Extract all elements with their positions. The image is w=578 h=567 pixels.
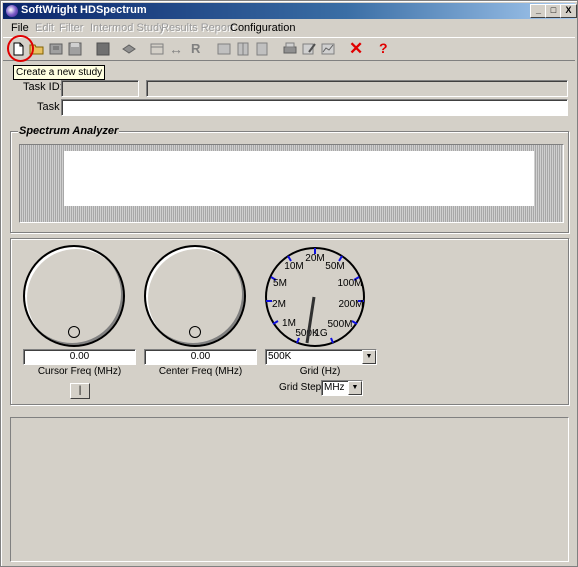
span-button[interactable]: ↔ [168, 41, 184, 57]
center-freq-value: 0.00 [144, 349, 257, 365]
grid-select[interactable]: 500K ▼ [265, 349, 377, 365]
highlight-circle [7, 35, 34, 62]
print-button[interactable] [95, 41, 111, 57]
center-knob-grip[interactable] [189, 326, 201, 338]
report-a-button[interactable] [216, 41, 232, 57]
grid-dial[interactable]: 20M 50M 100M 200M 500M 1G 500K 1M 2M 5M … [263, 245, 367, 349]
columns-icon [237, 42, 249, 56]
dial-label-10m: 10M [284, 261, 303, 272]
spectrum-display[interactable] [19, 144, 564, 223]
pencil-icon [302, 43, 316, 55]
dial-label-200m: 200M [338, 299, 363, 310]
dial-label-2m: 2M [272, 299, 286, 310]
center-freq-label: Center Freq (MHz) [158, 366, 243, 377]
report-icon [217, 43, 231, 55]
layers-button[interactable] [121, 41, 137, 57]
grid-select-value: 500K [268, 351, 292, 362]
cursor-knob-grip[interactable] [68, 326, 80, 338]
filter-tool-button[interactable] [149, 41, 165, 57]
app-window: SoftWright HDSpectrum _ □ X File Edit Fi… [0, 0, 578, 567]
r-button[interactable]: R [188, 41, 204, 57]
task-id-label: Task ID: [23, 81, 63, 93]
task-label: Task [37, 101, 60, 113]
cursor-freq-label: Cursor Freq (MHz) [37, 366, 122, 377]
spectrum-analyzer-title: Spectrum Analyzer [18, 125, 120, 137]
red-x-icon: ✕ [349, 39, 364, 58]
menu-edit[interactable]: Edit [35, 22, 54, 34]
menu-results-report[interactable]: Results Report [161, 22, 234, 34]
arrows-icon: ↔ [169, 41, 183, 57]
tooltip: Create a new study [13, 65, 106, 80]
grid-step-label: Grid Step [279, 382, 322, 393]
dial-label-5m: 5M [273, 278, 287, 289]
report-c-button[interactable] [254, 41, 270, 57]
export-icon [49, 43, 63, 55]
window-icon [150, 43, 164, 55]
help-button[interactable]: ? [375, 40, 391, 57]
save-disk-icon [68, 42, 82, 56]
page-icon [256, 42, 268, 56]
title-bar[interactable]: SoftWright HDSpectrum _ □ X [3, 3, 577, 19]
menu-bar: File Edit Filter Intermod Study Results … [3, 20, 575, 36]
dial-label-1m: 1M [282, 318, 296, 329]
close-button[interactable]: X [560, 4, 577, 18]
dial-label-50m: 50M [325, 261, 344, 272]
chart-icon [321, 43, 335, 55]
printer-icon [283, 42, 297, 54]
dial-label-100m: 100M [337, 278, 362, 289]
settings-tool-button[interactable] [320, 41, 336, 57]
gray-square-icon [96, 42, 110, 56]
help-question-icon: ? [379, 40, 388, 56]
export-button[interactable] [48, 41, 64, 57]
cursor-freq-knob[interactable] [23, 245, 125, 347]
chevron-down-icon[interactable]: ▼ [362, 350, 376, 364]
spectrum-screen [64, 151, 534, 206]
report-b-button[interactable] [235, 41, 251, 57]
edit-tool-button[interactable] [301, 41, 317, 57]
grid-step-select[interactable]: MHz ▼ [321, 380, 363, 396]
dial-label-500m: 500M [327, 319, 352, 330]
dial-label-20m: 20M [305, 253, 324, 264]
menu-configuration[interactable]: Configuration [230, 22, 295, 34]
menu-file[interactable]: File [11, 22, 29, 34]
cursor-freq-value: 0.00 [23, 349, 136, 365]
results-pane [10, 417, 569, 562]
task-description-readout [146, 80, 568, 97]
center-freq-knob[interactable] [144, 245, 246, 347]
grid-label: Grid (Hz) [299, 366, 341, 377]
save-button[interactable] [67, 41, 83, 57]
chevron-down-icon[interactable]: ▼ [348, 381, 362, 395]
grid-step-value: MHz [324, 382, 345, 393]
task-input[interactable] [61, 99, 568, 116]
r-letter-icon: R [191, 41, 201, 56]
cursor-toggle-button[interactable]: | [70, 383, 90, 399]
menu-intermod-study[interactable]: Intermod Study [90, 22, 165, 34]
app-icon [6, 5, 18, 17]
toolbar: ↔ R ✕ ? [3, 37, 575, 61]
window-title: SoftWright HDSpectrum [21, 4, 147, 16]
layers-icon [122, 44, 136, 54]
delete-button[interactable]: ✕ [348, 39, 364, 58]
printer-button[interactable] [282, 41, 298, 57]
menu-filter[interactable]: Filter [59, 22, 83, 34]
task-id-field[interactable] [61, 80, 139, 97]
